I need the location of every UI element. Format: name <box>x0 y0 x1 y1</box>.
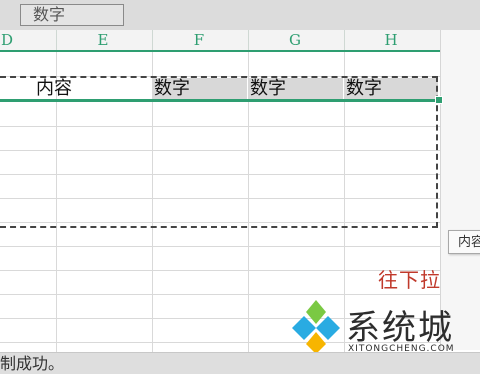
column-header-d[interactable]: D <box>0 30 54 50</box>
watermark-text: 系统城 <box>346 308 454 348</box>
drag-fill-marquee <box>0 76 438 228</box>
formula-bar: 数字 <box>0 0 480 31</box>
status-bar: 制成功。 <box>0 352 480 374</box>
name-box[interactable]: 数字 <box>20 4 124 26</box>
grid-line <box>0 294 440 295</box>
column-header-e[interactable]: E <box>56 30 150 50</box>
diamond-logo-icon <box>292 300 340 354</box>
column-header-f[interactable]: F <box>152 30 246 50</box>
column-header-g[interactable]: G <box>248 30 342 50</box>
fill-handle[interactable] <box>435 96 443 104</box>
fill-preview-tooltip: 内容 <box>448 230 480 254</box>
instruction-annotation: 往下拉 <box>378 268 441 292</box>
grid-line <box>0 246 440 247</box>
column-header-row: D E F G H <box>0 30 440 52</box>
grid-line <box>0 270 440 271</box>
status-text: 制成功。 <box>0 354 65 373</box>
watermark: 系统城 XITONGCHENG.COM <box>288 298 478 358</box>
column-header-h[interactable]: H <box>344 30 438 50</box>
